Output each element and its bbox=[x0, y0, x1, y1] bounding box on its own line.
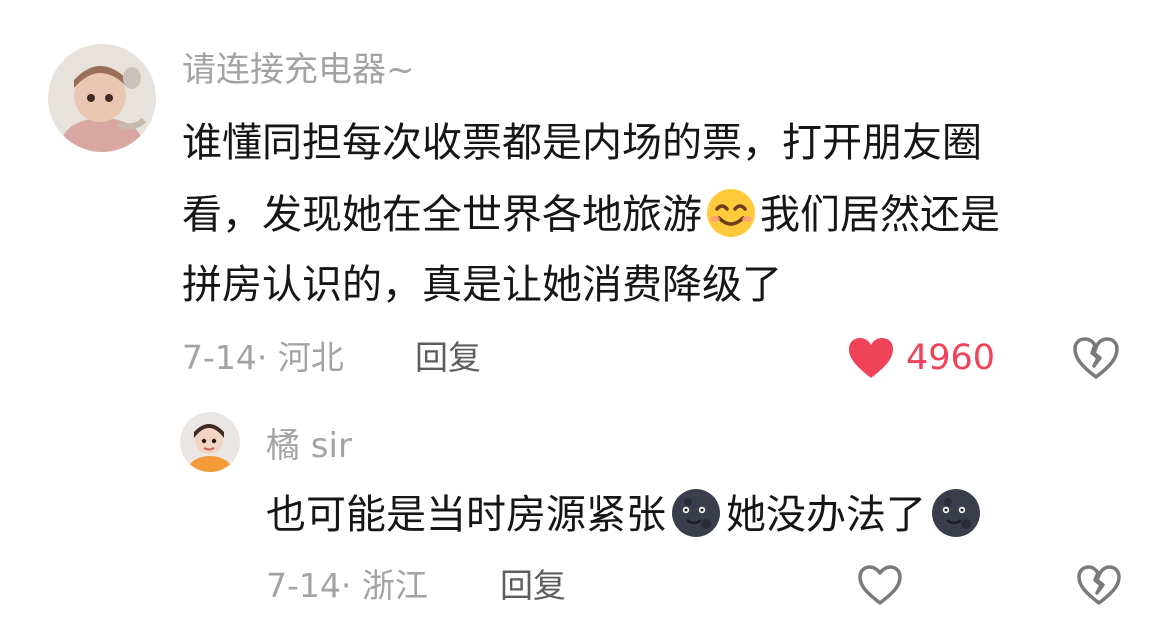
comment-like-count: 4960 bbox=[906, 338, 996, 378]
comment-text-line-1: 谁懂同担每次收票都是内场的票，打开朋友圈 bbox=[182, 120, 982, 166]
comment-reply-button[interactable]: 回复 bbox=[415, 338, 481, 378]
reply-text-segment: 她没办法了 bbox=[726, 492, 926, 538]
heart-filled-icon[interactable] bbox=[847, 336, 895, 384]
broken-heart-icon[interactable] bbox=[1072, 336, 1120, 384]
reply-text: 也可能是当时房源紧张 她没办法了 bbox=[266, 488, 986, 542]
commenter-avatar[interactable] bbox=[48, 44, 156, 152]
reply-date-location: 7-14· 浙江 bbox=[266, 566, 428, 605]
smiling-face-emoji bbox=[702, 188, 760, 238]
reply-text-segment: 也可能是当时房源紧张 bbox=[266, 492, 666, 538]
replier-username[interactable]: 橘 sir bbox=[266, 426, 352, 466]
reply-reply-button[interactable]: 回复 bbox=[500, 566, 566, 606]
new-moon-face-emoji bbox=[926, 488, 986, 538]
commenter-username[interactable]: 请连接充电器~ bbox=[182, 50, 415, 90]
heart-outline-icon[interactable] bbox=[857, 564, 903, 610]
comment-text-line-2: 看，发现她在全世界各地旅游 我们居然还是 bbox=[182, 188, 1000, 242]
comment-date-location: 7-14· 河北 bbox=[182, 338, 344, 377]
new-moon-face-emoji bbox=[666, 488, 726, 538]
broken-heart-icon[interactable] bbox=[1076, 564, 1122, 610]
comment-text-segment: 我们居然还是 bbox=[760, 192, 1000, 238]
comment-text-segment: 看，发现她在全世界各地旅游 bbox=[182, 192, 702, 238]
comment-text-line-3: 拼房认识的，真是让她消费降级了 bbox=[182, 262, 782, 308]
replier-avatar[interactable] bbox=[180, 412, 240, 472]
